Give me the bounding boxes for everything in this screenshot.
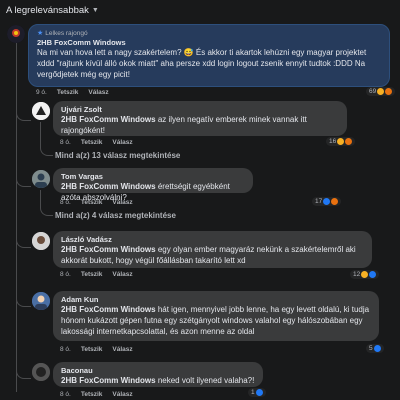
- comment-time[interactable]: 8 ó.: [60, 139, 71, 146]
- reply-connector: [16, 237, 31, 248]
- view-replies-link[interactable]: Mind a(z) 4 válasz megtekintése: [55, 211, 176, 220]
- comment-bubble: Tom Vargas 2HB FoxComm Windows érettségi…: [53, 168, 253, 202]
- reply-button[interactable]: Válasz: [88, 89, 108, 96]
- reply-connector: [16, 176, 31, 187]
- reply-connector: [40, 122, 53, 156]
- comment-text: neked volt ilyened valaha?!: [155, 376, 255, 385]
- haha-icon: [361, 271, 369, 278]
- angry-icon: [331, 198, 339, 205]
- comment-author[interactable]: Adam Kun: [61, 295, 371, 304]
- like-button[interactable]: Tetszik: [81, 199, 103, 206]
- comment-author[interactable]: 2HB FoxComm Windows: [37, 38, 381, 47]
- mention-link[interactable]: 2HB FoxComm Windows: [61, 245, 156, 254]
- reply-connector: [40, 190, 53, 216]
- reply-connector: [16, 296, 31, 307]
- mention-link[interactable]: 2HB FoxComm Windows: [61, 305, 156, 314]
- like-icon: [373, 345, 381, 352]
- reaction-count[interactable]: 12: [350, 270, 380, 279]
- comment-author[interactable]: Ujvári Zsolt: [61, 105, 339, 114]
- like-icon: [323, 198, 331, 205]
- like-icon: [255, 389, 263, 396]
- reaction-count[interactable]: 5: [366, 344, 384, 353]
- comment-author[interactable]: Tom Vargas: [61, 172, 245, 181]
- view-replies-link[interactable]: Mind a(z) 13 válasz megtekintése: [55, 151, 180, 160]
- comment-time[interactable]: 9 ó.: [36, 89, 47, 96]
- mention-link[interactable]: 2HB FoxComm Windows: [61, 376, 156, 385]
- comment-actions: 8 ó. Tetszik Válasz: [60, 391, 133, 398]
- like-button[interactable]: Tetszik: [81, 346, 103, 353]
- mention-link[interactable]: 2HB FoxComm Windows: [61, 182, 156, 191]
- comment-author[interactable]: Baconau: [61, 366, 255, 375]
- comment-time[interactable]: 8 ó.: [60, 271, 71, 278]
- chevron-down-icon: ▼: [91, 7, 99, 14]
- like-icon: [369, 271, 377, 278]
- reply-button[interactable]: Válasz: [112, 139, 132, 146]
- reply-connector: [16, 368, 31, 379]
- like-button[interactable]: Tetszik: [81, 271, 103, 278]
- comment-actions: 8 ó. Tetszik Válasz: [60, 346, 133, 353]
- angry-icon: [385, 88, 393, 95]
- like-button[interactable]: Tetszik: [81, 391, 103, 398]
- avatar[interactable]: [32, 232, 50, 250]
- comment-time[interactable]: 8 ó.: [60, 199, 71, 206]
- comment-author[interactable]: László Vadász: [61, 235, 364, 244]
- comment-bubble: ★ Lelkes rajongó 2HB FoxComm Windows Na m…: [28, 24, 390, 87]
- comment-bubble: Baconau 2HB FoxComm Windows neked volt i…: [53, 362, 263, 387]
- avatar[interactable]: [32, 292, 50, 310]
- comment-bubble: Adam Kun 2HB FoxComm Windows hát igen, m…: [53, 291, 379, 341]
- comment-time[interactable]: 8 ó.: [60, 391, 71, 398]
- avatar[interactable]: [32, 170, 50, 188]
- fan-badge: ★ Lelkes rajongó: [37, 29, 88, 38]
- haha-icon: [377, 88, 385, 95]
- reply-button[interactable]: Válasz: [112, 346, 132, 353]
- thread-line: [16, 42, 17, 392]
- reaction-count[interactable]: 1: [248, 388, 266, 397]
- haha-icon: [337, 138, 345, 145]
- comment-bubble: Ujvári Zsolt 2HB FoxComm Windows az ilye…: [53, 101, 347, 136]
- comment-actions: 8 ó. Tetszik Válasz: [60, 271, 133, 278]
- angry-icon: [345, 138, 353, 145]
- star-icon: ★: [37, 30, 44, 37]
- comment-bubble: László Vadász 2HB FoxComm Windows egy ol…: [53, 231, 372, 268]
- avatar[interactable]: [7, 25, 25, 43]
- avatar[interactable]: [32, 363, 50, 381]
- comment-actions: 8 ó. Tetszik Válasz: [60, 199, 133, 206]
- reaction-count[interactable]: 17: [312, 197, 342, 206]
- like-button[interactable]: Tetszik: [81, 139, 103, 146]
- like-button[interactable]: Tetszik: [57, 89, 79, 96]
- sort-dropdown[interactable]: A legrelevánsabbak ▼: [6, 5, 99, 16]
- reply-button[interactable]: Válasz: [112, 199, 132, 206]
- avatar[interactable]: [32, 102, 50, 120]
- sort-label: A legrelevánsabbak: [6, 5, 89, 16]
- reaction-count[interactable]: 16: [326, 137, 356, 146]
- reply-connector: [16, 110, 31, 121]
- comment-text: Na mi van hova lett a nagy szakértelem? …: [37, 48, 367, 79]
- comment-actions: 9 ó. Tetszik Válasz: [36, 89, 109, 96]
- mention-link[interactable]: 2HB FoxComm Windows: [61, 115, 156, 124]
- comment-actions: 8 ó. Tetszik Válasz: [60, 139, 133, 146]
- comment-time[interactable]: 8 ó.: [60, 346, 71, 353]
- reply-button[interactable]: Válasz: [112, 271, 132, 278]
- reply-button[interactable]: Válasz: [112, 391, 132, 398]
- reaction-count[interactable]: 69: [366, 87, 396, 96]
